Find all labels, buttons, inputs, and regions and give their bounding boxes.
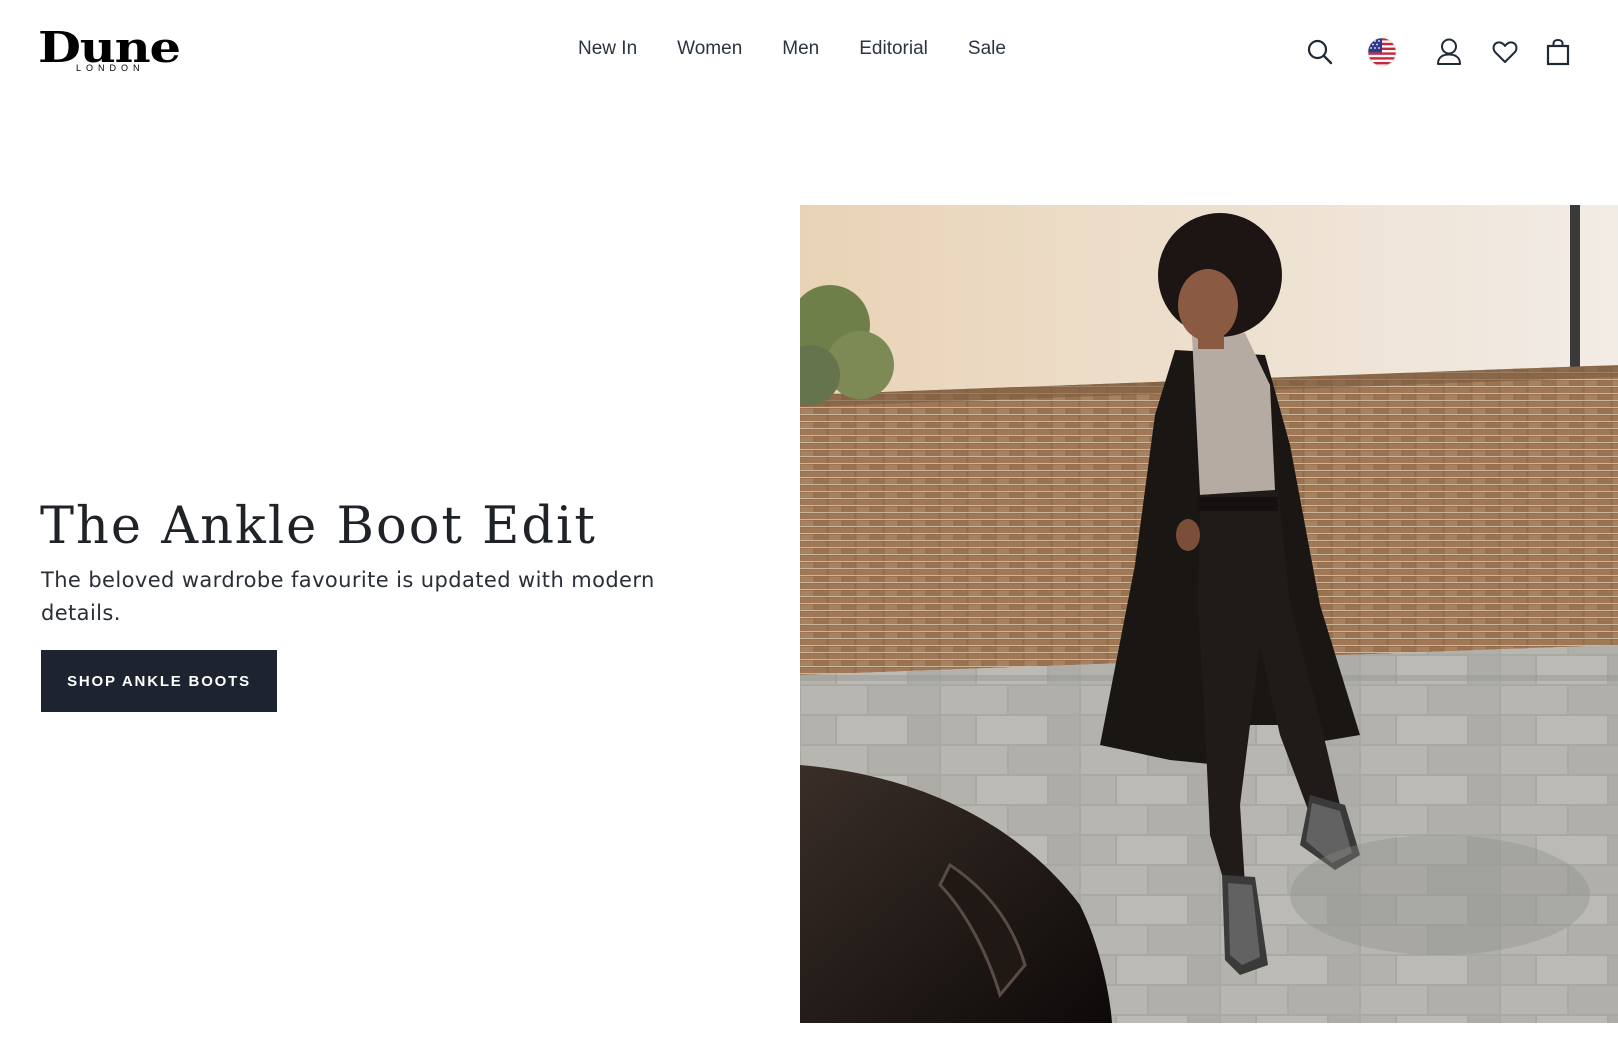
shopping-bag-icon [1546, 38, 1570, 66]
brand-subtitle: LONDON [76, 63, 145, 73]
hero-subtitle: The beloved wardrobe favourite is update… [41, 568, 655, 625]
nav-item-women[interactable]: Women [677, 36, 742, 62]
account-icon [1437, 38, 1461, 65]
shop-ankle-boots-button[interactable]: SHOP ANKLE BOOTS [41, 650, 277, 712]
nav-item-sale[interactable]: Sale [968, 36, 1006, 62]
main-navigation: New In Women Men Editorial Sale [578, 36, 1046, 62]
shopping-bag-button[interactable] [1542, 34, 1574, 70]
search-button[interactable] [1304, 34, 1336, 70]
hero-image[interactable] [800, 205, 1618, 1023]
nav-item-new-in[interactable]: New In [578, 36, 637, 62]
hero-title: The Ankle Boot Edit [40, 497, 597, 556]
nav-item-editorial[interactable]: Editorial [859, 36, 928, 62]
country-selector[interactable] [1366, 34, 1398, 70]
account-button[interactable] [1433, 34, 1465, 70]
brand-logo[interactable]: Dune LONDON [38, 26, 198, 76]
wishlist-button[interactable] [1489, 34, 1521, 70]
hero-photo-illustration [800, 205, 1618, 1023]
wishlist-heart-icon [1492, 41, 1518, 63]
header-utilities [1300, 34, 1600, 74]
nav-item-men[interactable]: Men [782, 36, 819, 62]
us-flag-icon [1367, 37, 1397, 67]
site-header: Dune LONDON New In Women Men Editorial S… [0, 0, 1618, 100]
search-icon [1307, 39, 1333, 65]
